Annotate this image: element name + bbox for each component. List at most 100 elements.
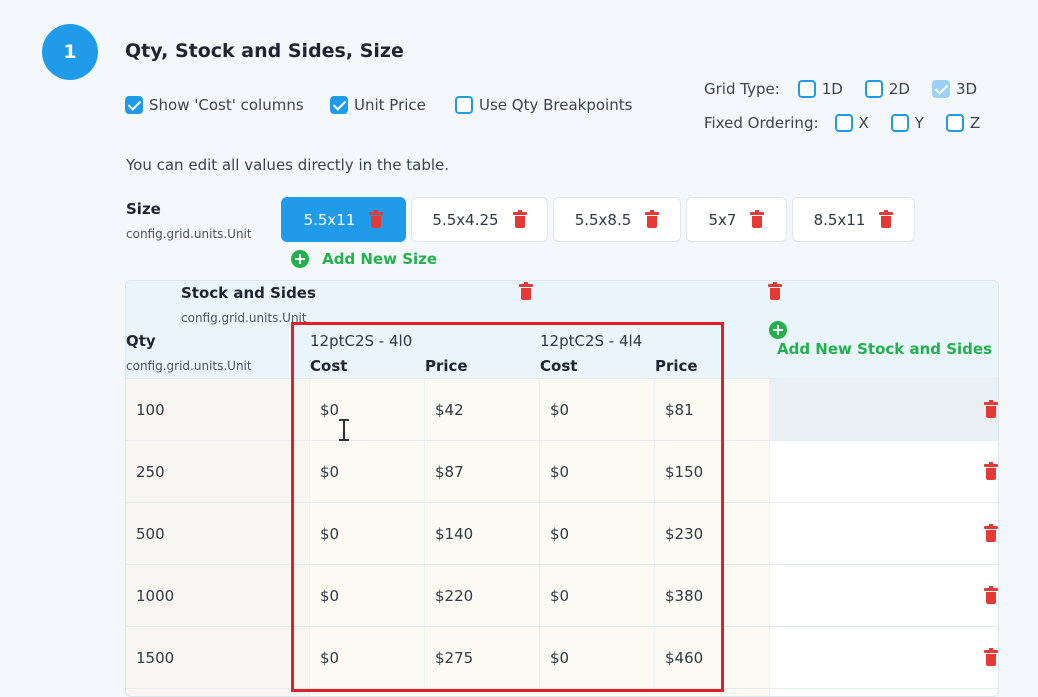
price-cell[interactable]: $220 — [425, 565, 540, 627]
unit-price-checkbox[interactable] — [330, 96, 348, 114]
unit-price-option[interactable]: Unit Price — [330, 96, 426, 114]
size-label: Size — [126, 200, 161, 218]
trash-icon[interactable] — [984, 648, 998, 666]
empty-cell — [770, 379, 998, 441]
qty-breakpoints-label: Use Qty Breakpoints — [479, 96, 633, 114]
add-size-button[interactable]: Add New Size — [291, 248, 437, 268]
cost-column-header: Cost — [540, 357, 578, 375]
price-cell[interactable]: $140 — [425, 503, 540, 565]
trash-icon[interactable] — [645, 210, 660, 228]
trash-icon[interactable] — [519, 282, 533, 300]
trash-icon[interactable] — [984, 400, 998, 418]
add-stock-button[interactable]: Add New Stock and Sides — [769, 319, 998, 358]
plus-circle-icon — [769, 320, 787, 339]
stock-sides-sublabel: config.grid.units.Unit — [181, 311, 307, 325]
qty-heading: Qty — [126, 332, 156, 350]
text-cursor-icon — [338, 418, 350, 442]
show-cost-label: Show 'Cost' columns — [149, 96, 304, 114]
qty-cell[interactable] — [126, 689, 310, 696]
price-cell[interactable]: $460 — [655, 627, 770, 689]
price-cell[interactable]: $380 — [655, 565, 770, 627]
trash-icon[interactable] — [984, 586, 998, 604]
cost-cell[interactable]: $0 — [310, 503, 425, 565]
price-cell[interactable]: $87 — [425, 441, 540, 503]
size-chip-label: 5.5x4.25 — [432, 210, 499, 229]
qty-cell[interactable]: 250 — [126, 441, 310, 503]
cost-cell[interactable]: $0 — [310, 379, 425, 441]
section-title: Qty, Stock and Sides, Size — [125, 40, 404, 62]
trash-icon[interactable] — [984, 524, 998, 542]
price-cell[interactable]: $81 — [655, 379, 770, 441]
grid-type-2d-label: 2D — [888, 80, 910, 98]
edit-hint: You can edit all values directly in the … — [126, 156, 450, 174]
size-chip[interactable]: 5.5x4.25 — [411, 197, 548, 242]
table-row: 100 $0 $42 $0 $81 — [126, 378, 998, 441]
cost-cell[interactable]: $0 — [310, 565, 425, 627]
price-cell[interactable]: $230 — [655, 503, 770, 565]
size-chip-label: 5.5x8.5 — [574, 210, 632, 229]
cost-cell[interactable]: $0 — [310, 441, 425, 503]
fixed-ordering-y-checkbox[interactable] — [890, 114, 909, 132]
cost-column-header: Cost — [310, 357, 348, 375]
add-size-label: Add New Size — [322, 249, 438, 268]
grid-type-3d-label: 3D — [955, 80, 978, 98]
cost-cell[interactable]: $0 — [310, 627, 425, 689]
qty-cell[interactable]: 1000 — [126, 565, 310, 627]
table-row: 250 $0 $87 $0 $150 — [126, 440, 998, 503]
price-cell[interactable]: $275 — [425, 627, 540, 689]
empty-cell — [770, 441, 998, 503]
size-chip[interactable]: 5.5x11 — [281, 197, 406, 242]
trash-icon[interactable] — [879, 210, 894, 228]
fixed-ordering-y-label: Y — [914, 114, 924, 132]
size-chip[interactable]: 8.5x11 — [792, 197, 915, 242]
trash-icon[interactable] — [369, 210, 384, 228]
cost-cell[interactable]: $0 — [540, 627, 655, 689]
fixed-ordering-x-label: X — [858, 114, 869, 132]
price-column-header: Price — [425, 357, 468, 375]
unit-price-label: Unit Price — [354, 96, 426, 114]
show-cost-checkbox[interactable] — [125, 96, 143, 114]
cost-cell[interactable]: $0 — [540, 441, 655, 503]
empty-cell — [770, 627, 998, 689]
add-stock-label: Add New Stock and Sides — [777, 340, 993, 358]
trash-icon[interactable] — [750, 210, 765, 228]
cost-cell[interactable]: $0 — [540, 503, 655, 565]
trash-icon[interactable] — [512, 210, 527, 228]
fixed-ordering-label: Fixed Ordering: — [704, 114, 819, 132]
qty-breakpoints-option[interactable]: Use Qty Breakpoints — [455, 96, 632, 114]
stock-name: 12ptC2S - 4l4 — [540, 332, 643, 350]
table-row: 1500 $0 $275 $0 $460 — [126, 626, 998, 689]
trash-icon[interactable] — [768, 282, 783, 300]
cost-cell[interactable]: $0 — [540, 379, 655, 441]
empty-cell — [770, 565, 998, 627]
price-cell[interactable]: $42 — [425, 379, 540, 441]
fixed-ordering-z-checkbox[interactable] — [945, 114, 964, 132]
grid-type-1d-checkbox[interactable] — [797, 80, 816, 98]
cost-cell[interactable]: $0 — [540, 565, 655, 627]
fixed-ordering-x-checkbox[interactable] — [834, 114, 853, 132]
fixed-ordering-group: Fixed Ordering: X Y Z — [704, 114, 980, 132]
grid-type-3d-checkbox[interactable] — [931, 80, 950, 98]
size-chip[interactable]: 5x7 — [686, 197, 787, 242]
trash-icon[interactable] — [984, 462, 998, 480]
qty-breakpoints-checkbox[interactable] — [455, 96, 473, 114]
qty-cell[interactable]: 100 — [126, 379, 310, 441]
grid-type-label: Grid Type: — [704, 80, 780, 98]
table-row — [126, 688, 998, 696]
stock-sides-heading: Stock and Sides — [181, 284, 316, 302]
stock-name: 12ptC2S - 4l0 — [310, 332, 413, 350]
qty-cell[interactable]: 1500 — [126, 627, 310, 689]
size-chip-label: 5x7 — [708, 210, 737, 229]
qty-sublabel: config.grid.units.Unit — [126, 359, 252, 373]
grid-type-2d-checkbox[interactable] — [864, 80, 883, 98]
fixed-ordering-z-label: Z — [969, 114, 981, 132]
qty-cell[interactable]: 500 — [126, 503, 310, 565]
table-row: 500 $0 $140 $0 $230 — [126, 502, 998, 565]
price-cell[interactable]: $150 — [655, 441, 770, 503]
table-row: 1000 $0 $220 $0 $380 — [126, 564, 998, 627]
value-cell[interactable] — [310, 689, 770, 696]
size-chip-label: 8.5x11 — [813, 210, 866, 229]
show-cost-option[interactable]: Show 'Cost' columns — [125, 96, 304, 114]
size-chip[interactable]: 5.5x8.5 — [553, 197, 681, 242]
grid-type-group: Grid Type: 1D 2D 3D — [704, 80, 977, 98]
